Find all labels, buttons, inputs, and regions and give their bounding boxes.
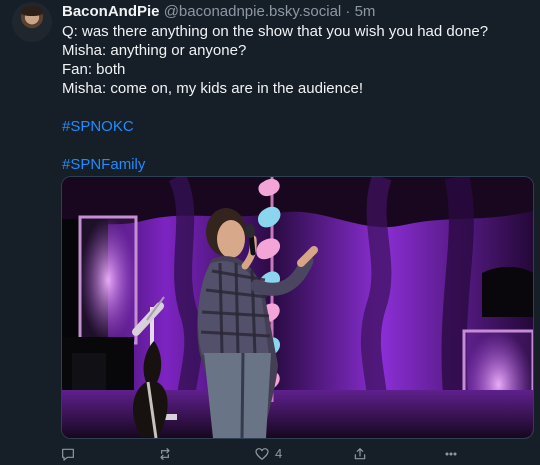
post-body: Q: was there anything on the show that y… — [62, 22, 522, 174]
author-handle[interactable]: @baconadnpie.bsky.social — [164, 3, 342, 20]
reply-icon — [62, 448, 74, 461]
heart-icon — [255, 448, 269, 460]
like-button[interactable]: 4 — [254, 446, 282, 462]
share-icon — [354, 448, 366, 460]
repost-button[interactable] — [157, 446, 173, 462]
hashtag-link[interactable]: #SPNFamily — [62, 155, 522, 174]
post: BaconAndPie @baconadnpie.bsky.social · 5… — [0, 0, 540, 465]
post-text-line: Misha: anything or anyone? — [62, 42, 247, 59]
post-image[interactable] — [61, 176, 534, 439]
repost-icon — [160, 448, 170, 460]
author-name[interactable]: BaconAndPie — [62, 3, 160, 20]
avatar[interactable] — [12, 2, 52, 42]
stage-photo — [62, 177, 533, 438]
post-header: BaconAndPie @baconadnpie.bsky.social · 5… — [62, 2, 530, 21]
post-text-line: Misha: come on, my kids are in the audie… — [62, 80, 363, 97]
post-text-line: Fan: both — [62, 61, 126, 78]
post-time[interactable]: 5m — [355, 3, 376, 20]
post-actions: 4 — [60, 446, 530, 462]
post-text-line: Q: was there anything on the show that y… — [62, 23, 489, 40]
reply-button[interactable] — [60, 446, 76, 462]
share-button[interactable] — [352, 446, 368, 462]
like-count: 4 — [275, 446, 283, 461]
more-icon — [445, 452, 457, 456]
hashtag-link[interactable]: #SPNOKC — [62, 117, 522, 136]
more-button[interactable] — [443, 446, 459, 462]
separator-dot: · — [345, 3, 351, 20]
